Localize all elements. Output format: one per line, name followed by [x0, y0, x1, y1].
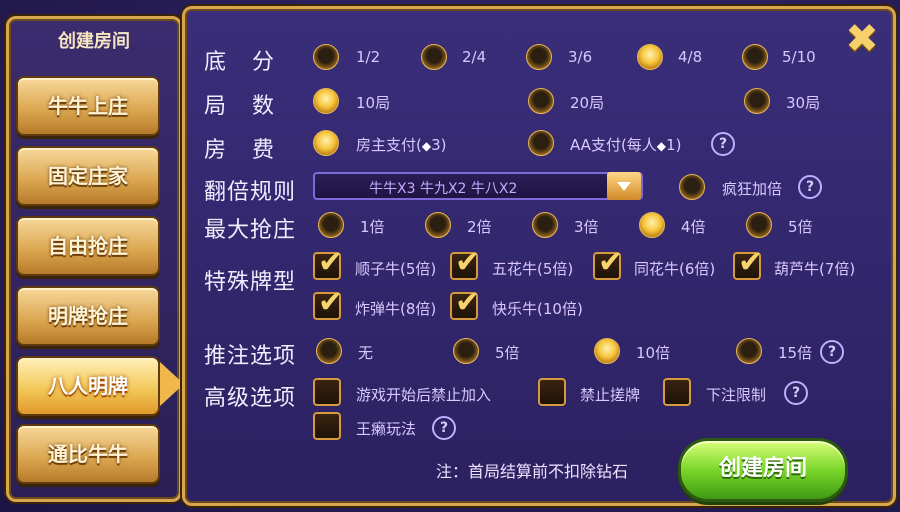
base-score-option: 4/8 [678, 48, 703, 66]
settings-panel [182, 6, 896, 506]
base-score-radio-3[interactable] [526, 44, 552, 70]
mode-button-compare-all[interactable]: 通比牛牛 [16, 424, 160, 484]
base-score-option: 2/4 [462, 48, 487, 66]
double-rule-value: 牛牛X3 牛九X2 牛八X2 [369, 181, 518, 197]
advanced-option: 游戏开始后禁止加入 [356, 386, 492, 404]
special-card-checkbox-straight[interactable]: ✔ [313, 246, 343, 280]
chevron-down-icon [607, 172, 641, 200]
advanced-label: 高级选项 [204, 386, 297, 411]
push-bet-radio-5[interactable] [453, 338, 479, 364]
diamond-icon: ◆ [656, 139, 667, 153]
special-card-checkbox-bomb[interactable]: ✔ [313, 286, 343, 320]
rounds-option: 10局 [356, 94, 391, 112]
special-card-option: 葫芦牛(7倍) [774, 260, 856, 278]
push-bet-label: 推注选项 [204, 344, 297, 369]
room-fee-label: 房费 [204, 138, 301, 163]
special-cards-label: 特殊牌型 [204, 270, 297, 295]
max-grab-option: 3倍 [574, 218, 599, 236]
max-grab-option: 2倍 [467, 218, 492, 236]
room-fee-help-icon[interactable]: ? [711, 132, 735, 156]
base-score-option: 3/6 [568, 48, 593, 66]
advanced-option: 下注限制 [706, 386, 767, 404]
max-grab-radio-3[interactable] [532, 212, 558, 238]
double-rule-label: 翻倍规则 [204, 180, 297, 205]
rounds-option: 30局 [786, 94, 821, 112]
check-icon: ✔ [455, 245, 481, 280]
check-icon: ✔ [598, 245, 624, 280]
base-score-option: 1/2 [356, 48, 381, 66]
special-card-checkbox-five-flower[interactable]: ✔ [450, 246, 480, 280]
panel-title: 创建房间 [58, 31, 130, 52]
base-score-radio-2[interactable] [421, 44, 447, 70]
check-icon: ✔ [318, 245, 344, 280]
max-grab-option: 1倍 [360, 218, 385, 236]
create-room-dialog: 创建房间 牛牛上庄 固定庄家 自由抢庄 明牌抢庄 八人明牌 通比牛牛 ✖ 底分 … [0, 0, 900, 512]
special-card-checkbox-full-house[interactable]: ✔ [733, 246, 763, 280]
double-rule-dropdown[interactable]: 牛牛X3 牛九X2 牛八X2 [313, 172, 643, 200]
advanced-checkbox-no-rub[interactable] [538, 378, 566, 406]
base-score-radio-1[interactable] [313, 44, 339, 70]
advanced-checkbox-wild-king[interactable] [313, 412, 341, 440]
special-card-option: 五花牛(5倍) [492, 260, 574, 278]
check-icon: ✔ [738, 245, 764, 280]
advanced-checkbox-no-join[interactable] [313, 378, 341, 406]
advanced-help-icon[interactable]: ? [784, 381, 808, 405]
advanced-option: 禁止搓牌 [580, 386, 641, 404]
mode-button-open-card-grab[interactable]: 明牌抢庄 [16, 286, 160, 346]
wild-king-help-icon[interactable]: ? [432, 416, 456, 440]
special-card-option: 快乐牛(10倍) [492, 300, 583, 318]
max-grab-option: 4倍 [681, 218, 706, 236]
max-grab-option: 5倍 [788, 218, 813, 236]
push-bet-option: 10倍 [636, 344, 671, 362]
max-grab-radio-2[interactable] [425, 212, 451, 238]
selected-arrow-icon [160, 362, 184, 406]
room-fee-radio-aa[interactable] [528, 130, 554, 156]
crazy-double-option: 疯狂加倍 [722, 180, 783, 198]
push-bet-radio-10[interactable] [594, 338, 620, 364]
push-bet-option: 无 [358, 344, 374, 362]
push-bet-radio-15[interactable] [736, 338, 762, 364]
rounds-radio-10[interactable] [313, 88, 339, 114]
max-grab-radio-1[interactable] [318, 212, 344, 238]
create-room-button[interactable]: 创建房间 [678, 438, 848, 502]
rounds-option: 20局 [570, 94, 605, 112]
diamond-icon: ◆ [421, 139, 432, 153]
push-bet-option: 15倍 [778, 344, 813, 362]
special-card-option: 顺子牛(5倍) [355, 260, 437, 278]
base-score-radio-5[interactable] [742, 44, 768, 70]
base-score-radio-4[interactable] [637, 44, 663, 70]
special-card-option: 炸弹牛(8倍) [355, 300, 437, 318]
mode-button-free-grab[interactable]: 自由抢庄 [16, 216, 160, 276]
advanced-checkbox-bet-limit[interactable] [663, 378, 691, 406]
special-card-option: 同花牛(6倍) [634, 260, 716, 278]
push-bet-help-icon[interactable]: ? [820, 340, 844, 364]
check-icon: ✔ [318, 285, 344, 320]
mode-button-fixed-banker[interactable]: 固定庄家 [16, 146, 160, 206]
push-bet-option: 5倍 [495, 344, 520, 362]
room-fee-radio-host[interactable] [313, 130, 339, 156]
special-card-checkbox-happy[interactable]: ✔ [450, 286, 480, 320]
crazy-double-radio[interactable] [679, 174, 705, 200]
special-card-checkbox-flush[interactable]: ✔ [593, 246, 623, 280]
room-fee-option-aa: AA支付(每人◆1) [570, 136, 682, 154]
double-rule-help-icon[interactable]: ? [798, 175, 822, 199]
room-fee-option-host: 房主支付(◆3) [356, 136, 447, 154]
max-grab-label: 最大抢庄 [204, 218, 297, 243]
rounds-label: 局数 [204, 94, 301, 119]
base-score-label: 底分 [204, 50, 301, 75]
diamond-note: 注：首局结算前不扣除钻石 [436, 462, 629, 481]
mode-button-eight-player-open[interactable]: 八人明牌 [16, 356, 160, 416]
advanced-option: 王癞玩法 [356, 420, 417, 438]
check-icon: ✔ [455, 285, 481, 320]
rounds-radio-20[interactable] [528, 88, 554, 114]
max-grab-radio-4[interactable] [639, 212, 665, 238]
push-bet-radio-none[interactable] [316, 338, 342, 364]
close-icon[interactable]: ✖ [843, 19, 881, 59]
mode-button-niuniu-banker[interactable]: 牛牛上庄 [16, 76, 160, 136]
rounds-radio-30[interactable] [744, 88, 770, 114]
max-grab-radio-5[interactable] [746, 212, 772, 238]
base-score-option: 5/10 [782, 48, 816, 66]
